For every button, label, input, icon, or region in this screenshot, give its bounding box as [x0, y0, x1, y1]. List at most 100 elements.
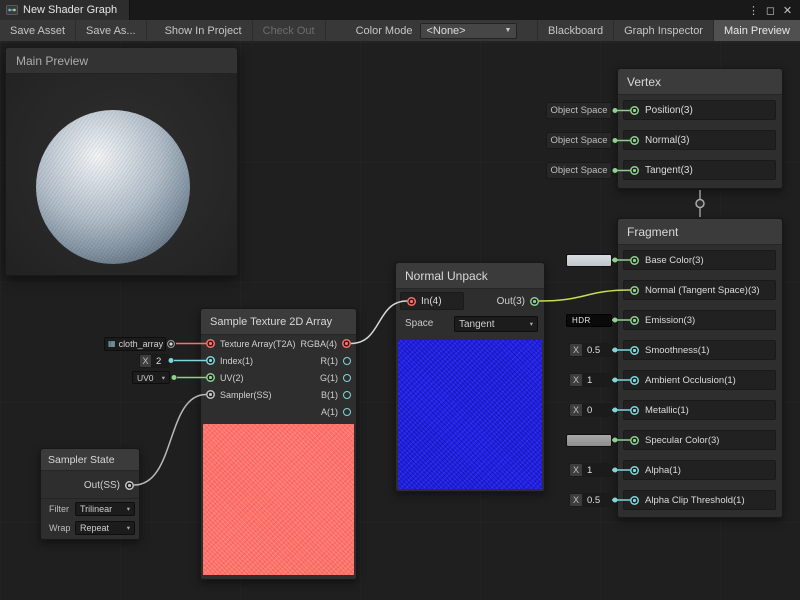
port-label: Metallic(1): [645, 405, 689, 416]
in-port[interactable]: [407, 297, 416, 306]
sample-texture-2d-array-node[interactable]: Sample Texture 2D Array Texture Array(T2…: [200, 308, 357, 580]
show-in-project-button[interactable]: Show In Project: [155, 20, 253, 41]
port-label: G(1): [320, 373, 338, 383]
node-divider: [41, 498, 139, 499]
filter-dropdown[interactable]: Trilinear ▾: [75, 502, 135, 516]
graph-inspector-button[interactable]: Graph Inspector: [613, 20, 713, 41]
vertex-position-slot: Position(3): [623, 100, 776, 120]
port-label: R(1): [321, 356, 339, 366]
toolbar-right-group: Blackboard Graph Inspector Main Preview: [537, 20, 800, 41]
space-dropdown[interactable]: Tangent ▾: [454, 316, 538, 332]
uv-port[interactable]: [206, 373, 215, 382]
tangent-space-dropdown[interactable]: Object Space: [546, 162, 612, 179]
ambient-occlusion-port[interactable]: [630, 376, 639, 385]
normal-space-dropdown[interactable]: Object Space: [546, 132, 612, 149]
sampler-port[interactable]: [206, 390, 215, 399]
main-preview-title[interactable]: Main Preview: [6, 48, 237, 74]
port-label: Normal (Tangent Space)(3): [645, 285, 760, 296]
base-color-port[interactable]: [630, 256, 639, 265]
port-label: Base Color(3): [645, 255, 704, 266]
rgba-output-port[interactable]: [342, 339, 351, 348]
normal-tangent-port[interactable]: [630, 286, 639, 295]
window-controls: ⋮ ◻ ✕: [745, 4, 800, 17]
uv-input-row: UV(2): [206, 369, 244, 386]
r-output-port[interactable]: [343, 357, 351, 365]
port-label: Texture Array(T2A): [220, 339, 296, 349]
save-asset-button[interactable]: Save Asset: [0, 20, 76, 41]
space-value: Tangent: [459, 319, 495, 330]
wrap-dropdown[interactable]: Repeat ▾: [75, 521, 135, 535]
float-value[interactable]: 1: [582, 463, 612, 477]
main-preview-button[interactable]: Main Preview: [713, 20, 800, 41]
dropdown-arrow-icon: ▾: [127, 505, 130, 513]
dropdown-arrow-icon: ▾: [162, 374, 165, 382]
normal-tangent-slot: Normal (Tangent Space)(3): [623, 280, 776, 300]
base-color-swatch[interactable]: [566, 254, 612, 267]
smoothness-float-field[interactable]: X 0.5: [569, 343, 612, 357]
alpha-port[interactable]: [630, 466, 639, 475]
asset-tab[interactable]: New Shader Graph: [0, 0, 130, 20]
uv-channel-dropdown[interactable]: UV0 ▾: [132, 371, 170, 384]
smoothness-port[interactable]: [630, 346, 639, 355]
g-output-row: G(1): [320, 369, 351, 386]
normal-input-port[interactable]: [630, 136, 639, 145]
vertex-tangent-slot: Tangent(3): [623, 160, 776, 180]
texture-array-port[interactable]: [206, 339, 215, 348]
float-value[interactable]: 1: [582, 373, 612, 387]
sample-node-title[interactable]: Sample Texture 2D Array: [201, 309, 356, 335]
a-output-port[interactable]: [343, 408, 351, 416]
ambient-occlusion-float-field[interactable]: X 1: [569, 373, 612, 387]
metallic-float-field[interactable]: X 0: [569, 403, 612, 417]
blackboard-button[interactable]: Blackboard: [537, 20, 613, 41]
alpha-float-field[interactable]: X 1: [569, 463, 612, 477]
tangent-input-port[interactable]: [630, 166, 639, 175]
shader-graph-icon: [6, 4, 18, 16]
float-value[interactable]: 0: [582, 403, 612, 417]
preview-sphere: [36, 110, 190, 264]
sampler-node-title[interactable]: Sampler State: [41, 449, 139, 471]
out-ss-port[interactable]: [125, 481, 134, 490]
object-picker-icon[interactable]: [167, 340, 175, 348]
fragment-node-title[interactable]: Fragment: [618, 219, 782, 245]
alpha-clip-float-field[interactable]: X 0.5: [569, 493, 612, 507]
texture-asset-name: cloth_array: [119, 339, 164, 349]
vertex-node[interactable]: Vertex Position(3) Normal(3) Tangent(3): [617, 68, 783, 189]
out-port[interactable]: [530, 297, 539, 306]
sampler-input-row: Sampler(SS): [206, 386, 272, 403]
position-space-dropdown[interactable]: Object Space: [546, 102, 612, 119]
unpack-node-title[interactable]: Normal Unpack: [396, 263, 544, 289]
position-input-port[interactable]: [630, 106, 639, 115]
sampler-state-node[interactable]: Sampler State Out(SS) Filter Trilinear ▾…: [40, 448, 140, 540]
port-label: Out(3): [497, 296, 525, 307]
alpha-clip-port[interactable]: [630, 496, 639, 505]
metallic-port[interactable]: [630, 406, 639, 415]
specular-color-swatch[interactable]: [566, 434, 612, 447]
texture-array-object-field[interactable]: ▦ cloth_array: [104, 337, 166, 351]
normal-unpack-node[interactable]: Normal Unpack In(4) Out(3) Space Tangent…: [395, 262, 545, 492]
close-icon[interactable]: ✕: [779, 4, 796, 17]
color-mode-dropdown[interactable]: <None> ▼: [420, 23, 517, 39]
axis-label: X: [569, 373, 582, 387]
float-value[interactable]: 0.5: [582, 493, 612, 507]
fragment-node[interactable]: Fragment Base Color(3) Normal (Tangent S…: [617, 218, 783, 518]
float-value[interactable]: 2: [151, 354, 169, 368]
r-output-row: R(1): [321, 352, 352, 369]
save-as-button[interactable]: Save As...: [76, 20, 147, 41]
index-port[interactable]: [206, 356, 215, 365]
index-float-field[interactable]: X 2: [139, 354, 169, 368]
emission-port[interactable]: [630, 316, 639, 325]
b-output-port[interactable]: [343, 391, 351, 399]
tab-title: New Shader Graph: [23, 4, 117, 16]
vertex-node-title[interactable]: Vertex: [618, 69, 782, 95]
cloth-texture-preview: [203, 424, 354, 575]
a-output-row: A(1): [321, 403, 351, 420]
main-preview-panel[interactable]: Main Preview: [5, 47, 238, 276]
specular-color-port[interactable]: [630, 436, 639, 445]
g-output-port[interactable]: [343, 374, 351, 382]
emission-hdr-swatch[interactable]: HDR: [566, 314, 612, 327]
wrap-value: Repeat: [80, 523, 109, 533]
menu-icon[interactable]: ⋮: [745, 4, 762, 17]
maximize-icon[interactable]: ◻: [762, 4, 779, 17]
dropdown-arrow-icon: ▼: [505, 27, 512, 34]
float-value[interactable]: 0.5: [582, 343, 612, 357]
